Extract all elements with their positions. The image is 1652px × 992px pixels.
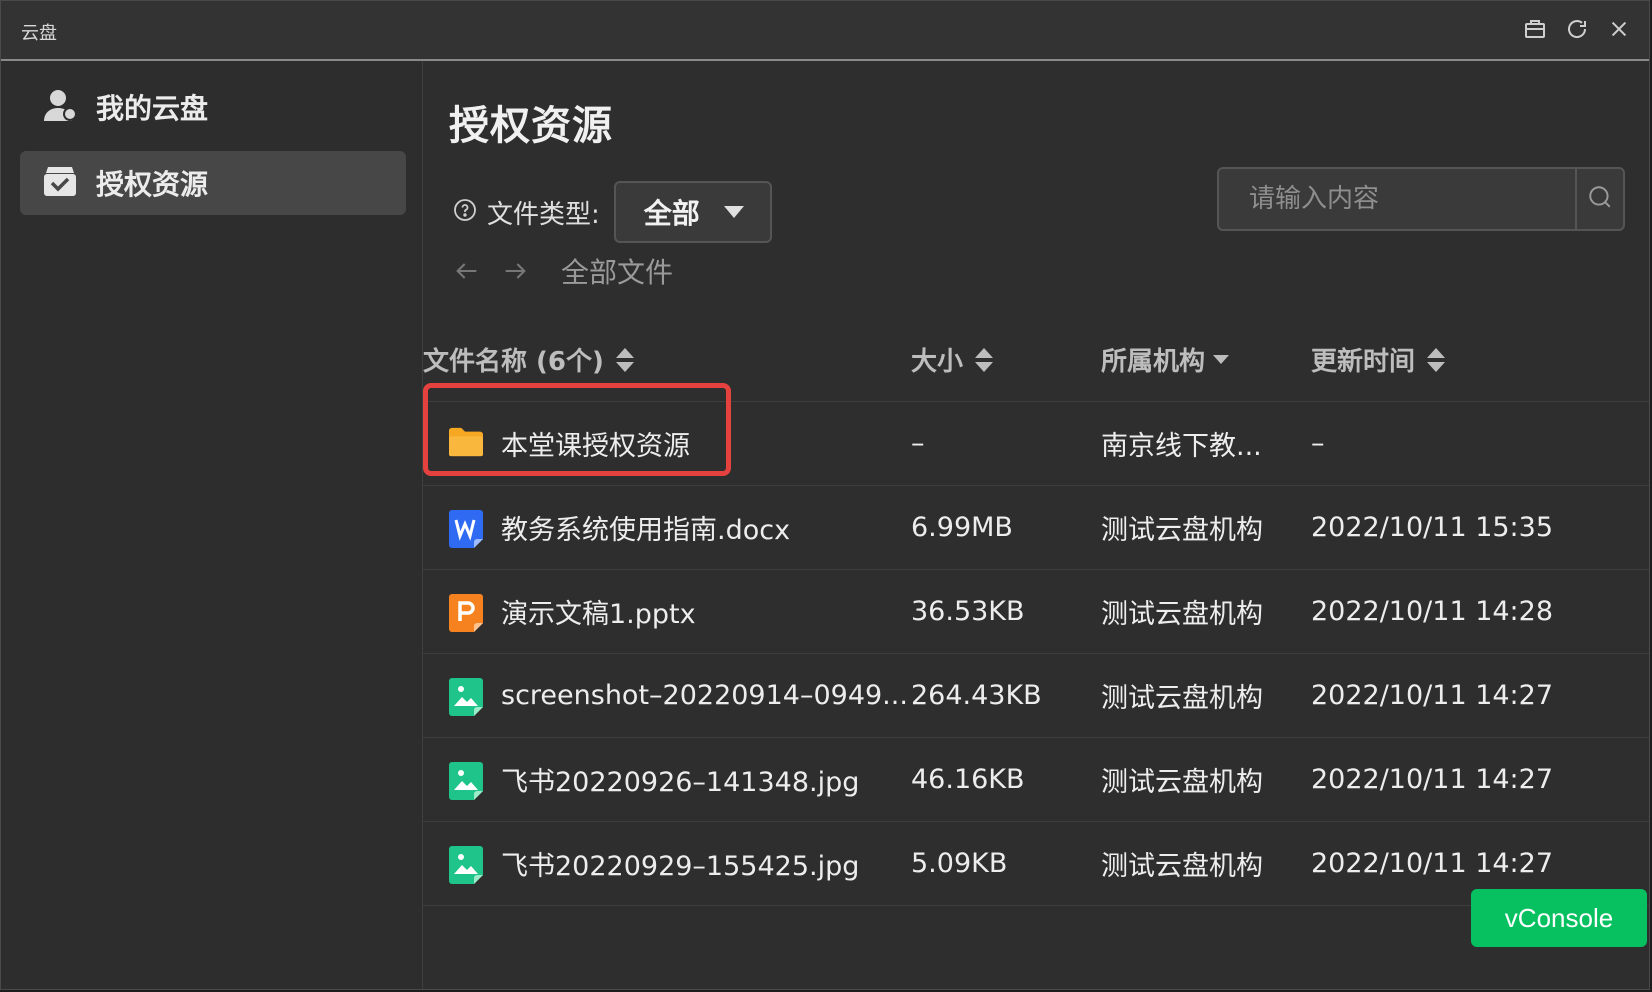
- file-name-cell: screenshot–20220914–0949...: [449, 654, 908, 737]
- sort-icon: [1427, 347, 1446, 372]
- window-title: 云盘: [21, 23, 57, 44]
- search-icon: [1587, 184, 1613, 214]
- table-row[interactable]: 教务系统使用指南.docx 6.99MB 测试云盘机构 2022/10/11 1…: [423, 486, 1649, 570]
- search-box: [1217, 167, 1625, 231]
- image-file-icon: [449, 845, 483, 884]
- file-name: 本堂课授权资源: [501, 431, 690, 462]
- column-name-header[interactable]: 文件名称 (6个): [423, 341, 634, 378]
- file-size: 264.43KB: [911, 680, 1042, 711]
- table-row[interactable]: 演示文稿1.pptx 36.53KB 测试云盘机构 2022/10/11 14:…: [423, 570, 1649, 654]
- cloud-drive-window: 云盘 我的云盘 授权资源 授权资源 文件类型: 全部 请输入内容 全部文件 文件…: [0, 0, 1650, 990]
- refresh-icon[interactable]: [1563, 15, 1591, 43]
- file-type-select[interactable]: 全部: [613, 181, 772, 243]
- file-size: 36.53KB: [911, 596, 1025, 627]
- table-row[interactable]: screenshot–20220914–0949... 264.43KB 测试云…: [423, 654, 1649, 738]
- column-size-label: 大小: [911, 347, 964, 377]
- image-file-icon: [449, 761, 483, 800]
- column-org-header[interactable]: 所属机构: [1101, 341, 1230, 378]
- file-type-selected: 全部: [643, 197, 700, 230]
- breadcrumb: 全部文件: [447, 251, 673, 291]
- file-name: 教务系统使用指南.docx: [501, 515, 791, 546]
- word-doc-icon: [449, 509, 483, 548]
- file-type-filter: 文件类型: 全部: [453, 181, 772, 243]
- sidebar-item-my-cloud[interactable]: 我的云盘: [20, 75, 406, 139]
- sort-icon: [975, 347, 994, 372]
- file-org: 测试云盘机构: [1101, 515, 1263, 546]
- close-icon[interactable]: [1605, 15, 1633, 43]
- file-name: 演示文稿1.pptx: [501, 599, 696, 630]
- sidebar-item-label: 我的云盘: [96, 92, 209, 125]
- file-size: –: [911, 428, 925, 459]
- breadcrumb-current[interactable]: 全部文件: [561, 251, 673, 291]
- file-size: 46.16KB: [911, 764, 1025, 795]
- sidebar: 我的云盘 授权资源: [1, 61, 423, 989]
- table-row[interactable]: 飞书20220929–155425.jpg 5.09KB 测试云盘机构 2022…: [423, 822, 1649, 906]
- column-name-label: 文件名称 (6个): [423, 347, 604, 377]
- table-row[interactable]: 飞书20220926–141348.jpg 46.16KB 测试云盘机构 202…: [423, 738, 1649, 822]
- powerpoint-icon: [449, 593, 483, 632]
- window-controls: [1521, 15, 1633, 43]
- user-icon: [42, 87, 78, 127]
- file-size: 5.09KB: [911, 848, 1008, 879]
- inbox-icon: [42, 163, 78, 203]
- page-title: 授权资源: [449, 103, 613, 149]
- back-arrow-icon[interactable]: [447, 251, 487, 291]
- file-time: 2022/10/11 14:28: [1311, 596, 1554, 627]
- column-org-label: 所属机构: [1101, 347, 1206, 377]
- forward-arrow-icon[interactable]: [495, 251, 535, 291]
- filter-caret-icon: [1213, 355, 1230, 364]
- sidebar-item-authorized-resources[interactable]: 授权资源: [20, 151, 406, 215]
- file-time: 2022/10/11 15:35: [1311, 512, 1554, 543]
- title-bar: 云盘: [1, 1, 1649, 61]
- table-header: 文件名称 (6个) 大小 所属机构 更新时间: [423, 319, 1649, 402]
- sort-icon: [615, 347, 634, 372]
- column-time-header[interactable]: 更新时间: [1311, 341, 1446, 378]
- sidebar-item-label: 授权资源: [96, 168, 209, 201]
- folder-icon: [449, 426, 483, 462]
- help-icon[interactable]: [453, 198, 477, 226]
- file-org: 测试云盘机构: [1101, 851, 1263, 882]
- file-table: 文件名称 (6个) 大小 所属机构 更新时间 本堂课授权资源 – 南京线下教..…: [423, 319, 1649, 906]
- file-name: screenshot–20220914–0949...: [501, 680, 908, 711]
- column-time-label: 更新时间: [1311, 347, 1416, 377]
- file-name: 飞书20220926–141348.jpg: [501, 767, 860, 798]
- file-name-cell: 本堂课授权资源: [449, 402, 690, 485]
- file-org: 测试云盘机构: [1101, 599, 1263, 630]
- briefcase-icon[interactable]: [1521, 15, 1549, 43]
- image-file-icon: [449, 677, 483, 716]
- file-type-label: 文件类型:: [487, 199, 600, 230]
- vconsole-button[interactable]: vConsole: [1471, 889, 1647, 947]
- file-time: 2022/10/11 14:27: [1311, 764, 1554, 795]
- file-name-cell: 飞书20220929–155425.jpg: [449, 822, 859, 905]
- file-org: 测试云盘机构: [1101, 767, 1263, 798]
- search-input[interactable]: [1219, 169, 1575, 229]
- table-row[interactable]: 本堂课授权资源 – 南京线下教... –: [423, 402, 1649, 486]
- file-name: 飞书20220929–155425.jpg: [501, 851, 860, 882]
- file-name-cell: 教务系统使用指南.docx: [449, 486, 790, 569]
- file-size: 6.99MB: [911, 512, 1013, 543]
- caret-down-icon: [723, 206, 744, 218]
- file-org: 南京线下教...: [1101, 431, 1262, 462]
- main-content: 授权资源 文件类型: 全部 请输入内容 全部文件 文件名称 (6个) 大小 所属…: [423, 61, 1649, 989]
- search-button[interactable]: [1575, 169, 1623, 229]
- column-size-header[interactable]: 大小: [911, 341, 994, 378]
- file-time: –: [1311, 428, 1325, 459]
- file-name-cell: 演示文稿1.pptx: [449, 570, 696, 653]
- file-name-cell: 飞书20220926–141348.jpg: [449, 738, 859, 821]
- file-time: 2022/10/11 14:27: [1311, 680, 1554, 711]
- file-org: 测试云盘机构: [1101, 683, 1263, 714]
